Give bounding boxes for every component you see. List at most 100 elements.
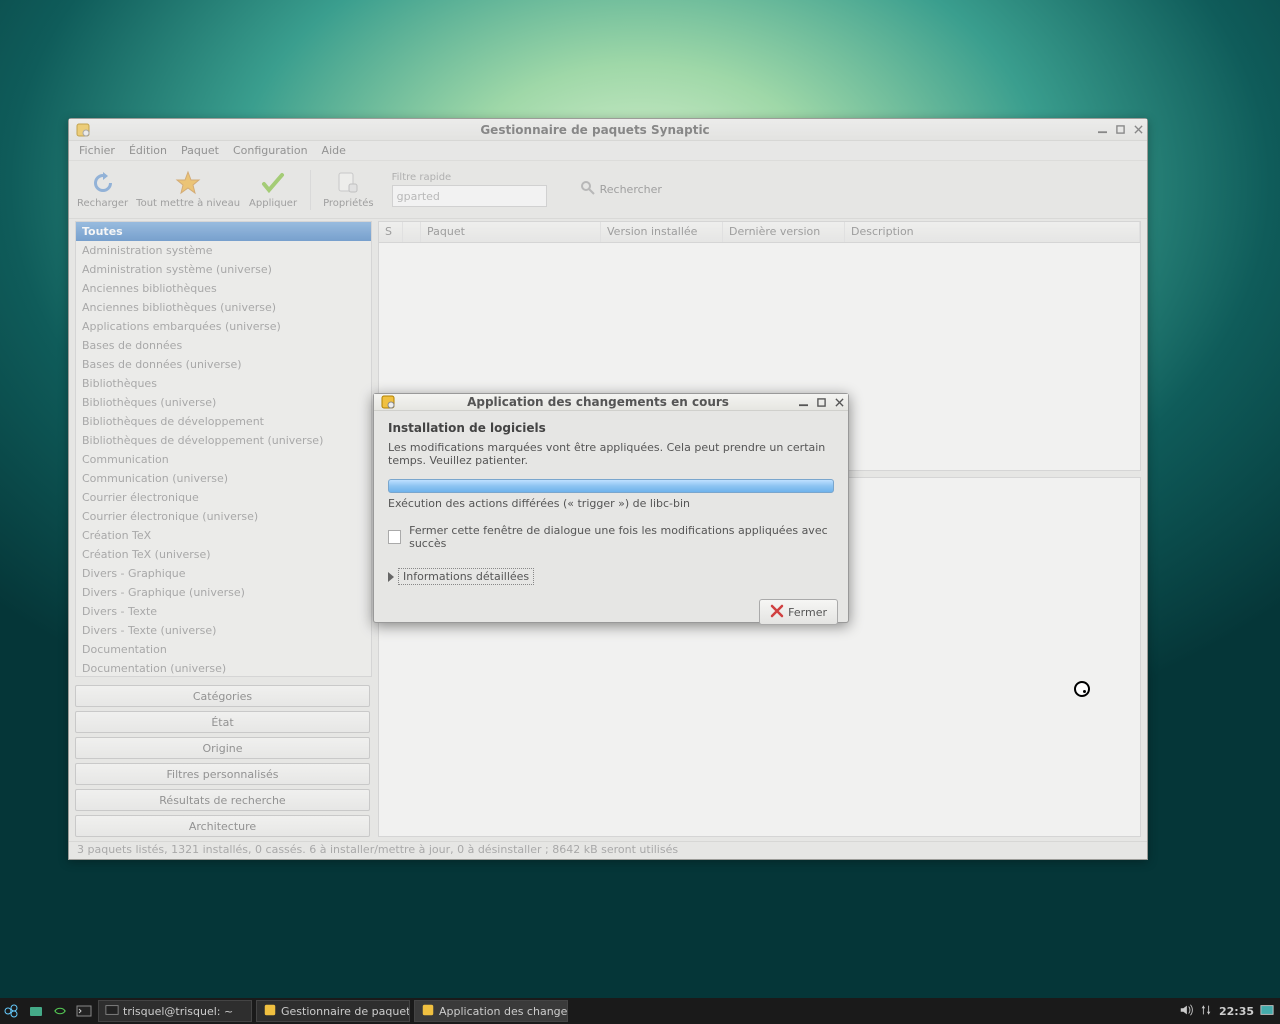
col-status[interactable]: S	[379, 222, 403, 242]
dialog-message: Les modifications marquées vont être app…	[388, 441, 834, 467]
auto-close-checkbox[interactable]	[388, 530, 401, 544]
show-desktop-icon[interactable]	[1260, 1003, 1274, 1020]
dialog-titlebar: Application des changements en cours	[374, 394, 848, 411]
upgrade-all-button[interactable]: Tout mettre à niveau	[136, 170, 240, 209]
close-icon	[770, 604, 784, 621]
view-buttons: Catégories État Origine Filtres personna…	[69, 681, 376, 841]
maximize-button[interactable]	[1113, 123, 1127, 137]
search-icon	[580, 180, 596, 199]
reload-icon	[90, 170, 116, 196]
expand-icon	[388, 572, 394, 582]
busy-cursor-icon	[1074, 681, 1090, 697]
category-item[interactable]: Bibliothèques (universe)	[76, 393, 371, 412]
col-package[interactable]: Paquet	[421, 222, 601, 242]
view-custom-filters[interactable]: Filtres personnalisés	[75, 763, 370, 785]
category-list[interactable]: Toutes Administration système Administra…	[75, 221, 372, 677]
terminal-icon	[105, 1003, 119, 1020]
task-apply-dialog[interactable]: Application des changem...	[414, 1000, 568, 1022]
category-item[interactable]: Bibliothèques de développement	[76, 412, 371, 431]
file-manager-icon[interactable]	[28, 1003, 44, 1019]
category-item[interactable]: Courrier électronique (universe)	[76, 507, 371, 526]
check-icon	[260, 170, 286, 196]
quick-filter-input[interactable]	[392, 185, 547, 207]
titlebar: Gestionnaire de paquets Synaptic	[69, 119, 1147, 141]
view-origin[interactable]: Origine	[75, 737, 370, 759]
app-icon	[421, 1003, 435, 1020]
details-label: Informations détaillées	[398, 568, 534, 585]
category-item[interactable]: Bases de données (universe)	[76, 355, 371, 374]
category-item[interactable]: Documentation (universe)	[76, 659, 371, 677]
view-architecture[interactable]: Architecture	[75, 815, 370, 837]
toolbar-separator	[310, 170, 311, 210]
view-search-results[interactable]: Résultats de recherche	[75, 789, 370, 811]
dialog-heading: Installation de logiciels	[388, 421, 834, 435]
col-desc[interactable]: Description	[845, 222, 1140, 242]
properties-icon	[335, 170, 361, 196]
category-item[interactable]: Anciennes bibliothèques (universe)	[76, 298, 371, 317]
browser-icon[interactable]	[52, 1003, 68, 1019]
menu-launcher-icon[interactable]	[4, 1003, 20, 1019]
app-icon	[75, 122, 91, 138]
apply-button[interactable]: Appliquer	[248, 170, 298, 209]
col-latest[interactable]: Dernière version	[723, 222, 845, 242]
menu-file[interactable]: Fichier	[73, 142, 121, 159]
category-item[interactable]: Bases de données	[76, 336, 371, 355]
category-item[interactable]: Création TeX	[76, 526, 371, 545]
close-button[interactable]	[1131, 123, 1145, 137]
category-item[interactable]: Communication	[76, 450, 371, 469]
category-item[interactable]: Communication (universe)	[76, 469, 371, 488]
category-item[interactable]: Création TeX (universe)	[76, 545, 371, 564]
category-item[interactable]: Courrier électronique	[76, 488, 371, 507]
search-button[interactable]: Rechercher	[580, 180, 662, 199]
dialog-title: Application des changements en cours	[402, 395, 794, 409]
terminal-icon[interactable]	[76, 1003, 92, 1019]
category-item[interactable]: Divers - Graphique (universe)	[76, 583, 371, 602]
close-dialog-button[interactable]: Fermer	[759, 599, 838, 625]
quick-filter-label: Filtre rapide	[392, 172, 547, 183]
star-icon	[175, 170, 201, 196]
sidebar: Toutes Administration système Administra…	[69, 219, 376, 841]
system-tray: 22:35	[1179, 1003, 1280, 1020]
menu-config[interactable]: Configuration	[227, 142, 314, 159]
category-item[interactable]: Administration système	[76, 241, 371, 260]
package-list-header: S Paquet Version installée Dernière vers…	[378, 221, 1141, 243]
task-synaptic[interactable]: Gestionnaire de paquets ...	[256, 1000, 410, 1022]
menu-package[interactable]: Paquet	[175, 142, 225, 159]
view-categories[interactable]: Catégories	[75, 685, 370, 707]
minimize-button[interactable]	[1095, 123, 1109, 137]
category-item[interactable]: Divers - Texte	[76, 602, 371, 621]
app-icon	[263, 1003, 277, 1020]
col-icon[interactable]	[403, 222, 421, 242]
volume-icon[interactable]	[1179, 1003, 1193, 1020]
category-item[interactable]: Toutes	[76, 222, 371, 241]
network-icon[interactable]	[1199, 1003, 1213, 1020]
category-item[interactable]: Applications embarquées (universe)	[76, 317, 371, 336]
category-item[interactable]: Bibliothèques	[76, 374, 371, 393]
progress-bar	[388, 479, 834, 493]
taskbar: trisquel@trisquel: ~ Gestionnaire de paq…	[0, 998, 1280, 1024]
toolbar: Recharger Tout mettre à niveau Appliquer…	[69, 161, 1147, 219]
task-terminal[interactable]: trisquel@trisquel: ~	[98, 1000, 252, 1022]
app-icon	[380, 394, 396, 410]
category-item[interactable]: Divers - Texte (universe)	[76, 621, 371, 640]
menu-edit[interactable]: Édition	[123, 142, 173, 159]
category-item[interactable]: Documentation	[76, 640, 371, 659]
details-expander[interactable]: Informations détaillées	[388, 568, 834, 585]
category-item[interactable]: Anciennes bibliothèques	[76, 279, 371, 298]
category-item[interactable]: Administration système (universe)	[76, 260, 371, 279]
dialog-maximize-button[interactable]	[814, 395, 828, 409]
progress-label: Exécution des actions différées (« trigg…	[388, 497, 834, 510]
dialog-close-button[interactable]	[832, 395, 846, 409]
category-item[interactable]: Divers - Graphique	[76, 564, 371, 583]
clock[interactable]: 22:35	[1219, 1005, 1254, 1018]
category-item[interactable]: Bibliothèques de développement (universe…	[76, 431, 371, 450]
dialog-minimize-button[interactable]	[796, 395, 810, 409]
view-status[interactable]: État	[75, 711, 370, 733]
reload-button[interactable]: Recharger	[77, 170, 128, 209]
statusbar: 3 paquets listés, 1321 installés, 0 cass…	[69, 841, 1147, 859]
properties-button[interactable]: Propriétés	[323, 170, 374, 209]
auto-close-label: Fermer cette fenêtre de dialogue une foi…	[409, 524, 834, 550]
menubar: Fichier Édition Paquet Configuration Aid…	[69, 141, 1147, 161]
col-installed[interactable]: Version installée	[601, 222, 723, 242]
menu-help[interactable]: Aide	[316, 142, 352, 159]
